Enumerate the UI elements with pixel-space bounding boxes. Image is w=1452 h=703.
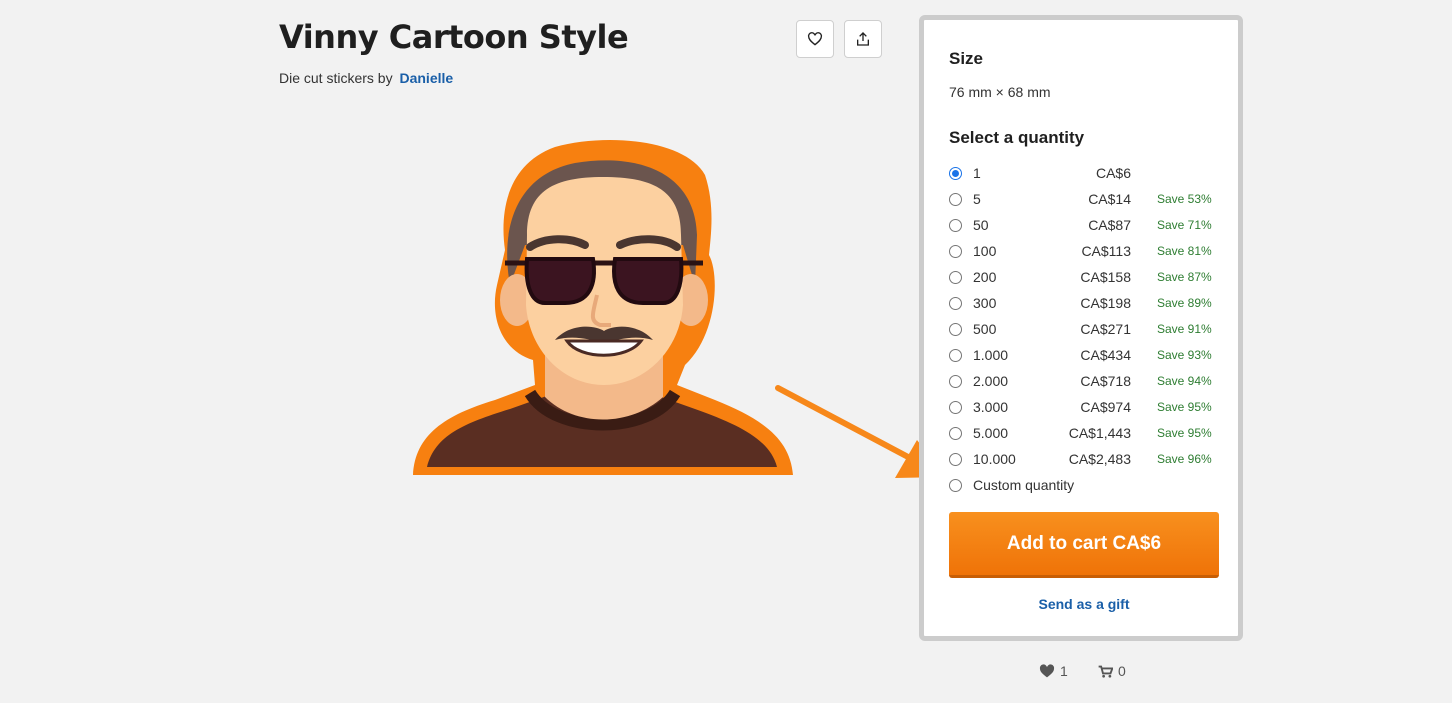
quantity-radio[interactable] [949, 426, 962, 440]
size-heading: Size [949, 49, 984, 68]
quantity-price: CA$2,483 [1068, 451, 1131, 467]
quantity-label: 500 [973, 321, 997, 337]
heart-icon [1039, 664, 1055, 678]
quantity-radio[interactable] [949, 296, 962, 310]
quantity-price: CA$87 [1088, 217, 1131, 233]
quantity-option[interactable]: 2.000 CA$718 Save 94% [948, 368, 1223, 394]
quantity-radio[interactable] [949, 244, 962, 258]
quantity-price: CA$113 [1081, 243, 1131, 259]
quantity-radio[interactable] [949, 270, 962, 284]
quantity-price: CA$6 [1095, 165, 1131, 181]
quantity-radio[interactable] [949, 192, 962, 206]
quantity-saving: Save 95% [1157, 400, 1212, 414]
quantity-saving: Save 94% [1157, 374, 1212, 388]
share-upload-icon [857, 32, 869, 46]
quantity-saving: Save 91% [1157, 322, 1212, 336]
quantity-label: 10.000 [973, 451, 1016, 467]
quantity-option[interactable]: 100 CA$113 Save 81% [948, 238, 1223, 264]
quantity-price: CA$198 [1080, 295, 1131, 311]
quantity-option[interactable]: 3.000 CA$974 Save 95% [948, 394, 1223, 420]
add-to-cart-button[interactable]: Add to cart CA$6 [949, 512, 1219, 578]
quantity-option[interactable]: 5.000 CA$1,443 Save 95% [948, 420, 1223, 446]
quantity-saving: Save 93% [1157, 348, 1212, 362]
quantity-heading: Select a quantity [949, 128, 1085, 147]
quantity-radio[interactable] [949, 374, 962, 388]
size-value: 76 mm × 68 mm [949, 84, 1051, 100]
quantity-radio[interactable] [949, 218, 962, 232]
sticker-image [413, 140, 793, 475]
favorite-button[interactable] [796, 20, 834, 58]
quantity-list: 1 CA$6 5 CA$14 Save 53% 50 CA$87 Save 71% 100… [948, 160, 1223, 498]
quantity-label: 1 [973, 165, 981, 181]
quantity-radio[interactable] [949, 348, 962, 362]
quantity-saving: Save 95% [1157, 426, 1212, 440]
custom-quantity-option[interactable]: Custom quantity [948, 472, 1223, 498]
quantity-option[interactable]: 50 CA$87 Save 71% [948, 212, 1223, 238]
quantity-option[interactable]: 1.000 CA$434 Save 93% [948, 342, 1223, 368]
quantity-price: CA$271 [1080, 321, 1131, 337]
send-as-gift-link[interactable]: Send as a gift [949, 596, 1219, 612]
left-lens [524, 257, 596, 305]
quantity-price: CA$974 [1080, 399, 1131, 415]
heart-outline-icon [807, 32, 823, 46]
cart-stat[interactable]: 0 [1098, 663, 1126, 679]
quantity-option[interactable]: 5 CA$14 Save 53% [948, 186, 1223, 212]
likes-count: 1 [1060, 663, 1068, 679]
quantity-price: CA$718 [1080, 373, 1131, 389]
quantity-price: CA$1,443 [1068, 425, 1131, 441]
quantity-price: CA$158 [1080, 269, 1131, 285]
quantity-option[interactable]: 200 CA$158 Save 87% [948, 264, 1223, 290]
artist-link[interactable]: Danielle [399, 70, 453, 86]
quantity-radio[interactable] [949, 166, 962, 180]
quantity-option[interactable]: 300 CA$198 Save 89% [948, 290, 1223, 316]
quantity-saving: Save 71% [1157, 218, 1212, 232]
quantity-label: 2.000 [973, 373, 1009, 389]
quantity-label: 3.000 [973, 399, 1009, 415]
quantity-option[interactable]: 500 CA$271 Save 91% [948, 316, 1223, 342]
right-lens [612, 257, 684, 305]
quantity-radio[interactable] [949, 478, 962, 492]
quantity-label: 1.000 [973, 347, 1009, 363]
quantity-label: 200 [973, 269, 997, 285]
cart-icon [1098, 665, 1113, 678]
byline-prefix: Die cut stickers by [279, 70, 393, 86]
quantity-label: 300 [973, 295, 997, 311]
quantity-label: Custom quantity [973, 477, 1075, 493]
quantity-price: CA$14 [1088, 191, 1131, 207]
quantity-saving: Save 96% [1157, 452, 1212, 466]
likes-stat[interactable]: 1 [1039, 663, 1068, 679]
quantity-option[interactable]: 10.000 CA$2,483 Save 96% [948, 446, 1223, 472]
quantity-label: 5.000 [973, 425, 1009, 441]
product-title: Vinny Cartoon Style [279, 18, 629, 56]
share-button[interactable] [844, 20, 882, 58]
quantity-saving: Save 81% [1157, 244, 1212, 258]
byline: Die cut stickers by Danielle [279, 70, 453, 86]
cart-count: 0 [1118, 663, 1126, 679]
quantity-saving: Save 87% [1157, 270, 1212, 284]
quantity-price: CA$434 [1080, 347, 1131, 363]
quantity-saving: Save 89% [1157, 296, 1212, 310]
quantity-radio[interactable] [949, 452, 962, 466]
quantity-label: 50 [973, 217, 989, 233]
quantity-label: 5 [973, 191, 981, 207]
quantity-option[interactable]: 1 CA$6 [948, 160, 1223, 186]
purchase-panel: Size 76 mm × 68 mm Select a quantity 1 CA… [919, 15, 1243, 641]
quantity-saving: Save 53% [1157, 192, 1212, 206]
quantity-label: 100 [973, 243, 997, 259]
quantity-radio[interactable] [949, 400, 962, 414]
quantity-radio[interactable] [949, 322, 962, 336]
